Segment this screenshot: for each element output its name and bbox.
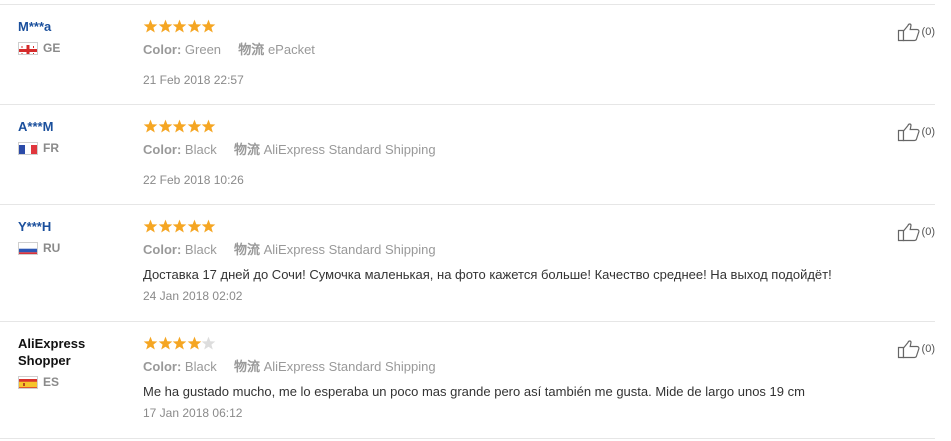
- review-date: 17 Jan 2018 06:12: [143, 406, 243, 420]
- review-item: Y***H RU Color: Black 物流 AliExpress Stan…: [0, 204, 935, 322]
- star-filled-icon: [143, 119, 158, 134]
- country-code: GE: [43, 41, 61, 55]
- reviewer-name[interactable]: AliExpress Shopper: [18, 335, 128, 369]
- star-filled-icon: [187, 19, 202, 34]
- reviewer-country: ES: [18, 375, 128, 389]
- review-content: Color: Black 物流 AliExpress Standard Ship…: [143, 336, 883, 421]
- star-empty-icon: [201, 336, 216, 351]
- review-text: Me ha gustado mucho, me lo esperaba un p…: [143, 384, 805, 399]
- helpful-count: (0): [921, 343, 935, 355]
- reviews-list: M***a GE Color: Green 物流 ePacket 21 Feb …: [0, 0, 951, 441]
- star-filled-icon: [187, 336, 202, 351]
- reviewer-country: RU: [18, 241, 128, 255]
- color-label: Color:: [143, 142, 182, 157]
- star-filled-icon: [172, 219, 187, 234]
- country-code: RU: [43, 241, 61, 255]
- star-filled-icon: [143, 219, 158, 234]
- star-filled-icon: [158, 119, 173, 134]
- georgia-flag-icon: [18, 41, 38, 55]
- helpful-count: (0): [921, 126, 935, 138]
- france-flag-icon: [18, 141, 38, 155]
- review-content: Color: Green 物流 ePacket 21 Feb 2018 22:5…: [143, 19, 883, 88]
- shipping-value: AliExpress Standard Shipping: [263, 242, 436, 257]
- spain-flag-icon: [18, 375, 38, 389]
- reviewer-info: Y***H RU: [18, 218, 128, 255]
- color-label: Color:: [143, 359, 182, 374]
- star-rating: [143, 219, 883, 235]
- color-value: Black: [184, 142, 217, 157]
- star-filled-icon: [201, 19, 216, 34]
- reviewer-name[interactable]: A***M: [18, 118, 128, 135]
- helpful-count: (0): [921, 26, 935, 38]
- color-value: Black: [184, 242, 217, 257]
- star-filled-icon: [158, 219, 173, 234]
- reviewer-info: M***a GE: [18, 18, 128, 55]
- helpful-button[interactable]: (0): [897, 222, 935, 242]
- review-date: 21 Feb 2018 22:57: [143, 73, 244, 87]
- review-attributes: Color: Black 物流 AliExpress Standard Ship…: [143, 141, 883, 159]
- shipping-label: 物流: [233, 242, 260, 257]
- color-value: Green: [184, 42, 222, 57]
- thumbs-up-icon[interactable]: [897, 222, 921, 242]
- star-filled-icon: [201, 219, 216, 234]
- star-filled-icon: [143, 19, 158, 34]
- review-item: AliExpress Shopper ES Color: Black 物流 Al…: [0, 321, 935, 439]
- color-label: Color:: [143, 242, 182, 257]
- thumbs-up-icon[interactable]: [897, 22, 921, 42]
- star-filled-icon: [201, 119, 216, 134]
- shipping-value: ePacket: [267, 42, 315, 57]
- country-code: FR: [43, 141, 59, 155]
- review-attributes: Color: Black 物流 AliExpress Standard Ship…: [143, 241, 883, 259]
- star-filled-icon: [158, 336, 173, 351]
- reviewer-country: FR: [18, 141, 128, 155]
- review-attributes: Color: Black 物流 AliExpress Standard Ship…: [143, 358, 883, 376]
- reviewer-name[interactable]: M***a: [18, 18, 128, 35]
- helpful-count: (0): [921, 226, 935, 238]
- color-label: Color:: [143, 42, 182, 57]
- color-value: Black: [184, 359, 217, 374]
- thumbs-up-icon[interactable]: [897, 339, 921, 359]
- star-filled-icon: [187, 219, 202, 234]
- review-attributes: Color: Green 物流 ePacket: [143, 41, 883, 59]
- reviewer-country: GE: [18, 41, 128, 55]
- star-filled-icon: [172, 336, 187, 351]
- review-text: Доставка 17 дней до Сочи! Сумочка малень…: [143, 267, 832, 282]
- shipping-label: 物流: [238, 42, 265, 57]
- review-content: Color: Black 物流 AliExpress Standard Ship…: [143, 219, 883, 304]
- shipping-value: AliExpress Standard Shipping: [263, 142, 436, 157]
- star-filled-icon: [143, 336, 158, 351]
- russia-flag-icon: [18, 241, 38, 255]
- reviewer-info: A***M FR: [18, 118, 128, 155]
- review-item: A***M FR Color: Black 物流 AliExpress Stan…: [0, 104, 935, 205]
- star-rating: [143, 19, 883, 35]
- star-rating: [143, 336, 883, 352]
- shipping-label: 物流: [233, 359, 260, 374]
- star-filled-icon: [172, 119, 187, 134]
- star-filled-icon: [172, 19, 187, 34]
- helpful-button[interactable]: (0): [897, 122, 935, 142]
- review-date: 22 Feb 2018 10:26: [143, 173, 244, 187]
- reviewer-name[interactable]: Y***H: [18, 218, 128, 235]
- reviewer-info: AliExpress Shopper ES: [18, 335, 128, 389]
- thumbs-up-icon[interactable]: [897, 122, 921, 142]
- shipping-value: AliExpress Standard Shipping: [263, 359, 436, 374]
- star-rating: [143, 119, 883, 135]
- review-date: 24 Jan 2018 02:02: [143, 289, 243, 303]
- helpful-button[interactable]: (0): [897, 22, 935, 42]
- helpful-button[interactable]: (0): [897, 339, 935, 359]
- country-code: ES: [43, 375, 60, 389]
- shipping-label: 物流: [233, 142, 260, 157]
- review-content: Color: Black 物流 AliExpress Standard Ship…: [143, 119, 883, 188]
- star-filled-icon: [158, 19, 173, 34]
- star-filled-icon: [187, 119, 202, 134]
- review-item: M***a GE Color: Green 物流 ePacket 21 Feb …: [0, 4, 935, 100]
